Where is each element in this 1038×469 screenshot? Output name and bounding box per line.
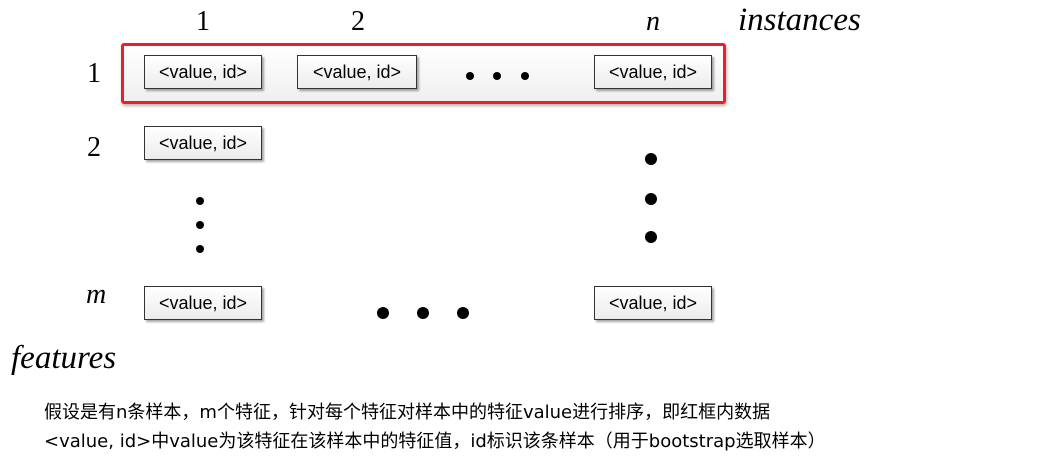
ellipsis-dot: [417, 307, 429, 319]
row-label-1: 1: [87, 58, 101, 89]
cell-rowm-coln: <value, id>: [594, 286, 712, 320]
instances-axis-title: instances: [738, 2, 861, 38]
ellipsis-dot: [645, 153, 657, 165]
cell-row1-col1: <value, id>: [144, 55, 262, 89]
caption-line-1: 假设是有n条样本，m个特征，针对每个特征对样本中的特征value进行排序，即红框…: [44, 402, 771, 423]
column-label-1: 1: [196, 6, 210, 37]
ellipsis-dot: [457, 307, 469, 319]
row-label-2: 2: [87, 132, 101, 163]
cell-row1-col2: <value, id>: [297, 55, 417, 89]
features-axis-title: features: [11, 340, 117, 376]
ellipsis-dot: [466, 72, 474, 80]
column-label-2: 2: [351, 6, 365, 37]
ellipsis-dot: [493, 72, 501, 80]
ellipsis-dot: [645, 193, 657, 205]
cell-row2-col1: <value, id>: [144, 126, 262, 160]
ellipsis-dot: [196, 245, 204, 253]
ellipsis-dot: [521, 72, 529, 80]
ellipsis-dot: [196, 221, 204, 229]
cell-row1-coln: <value, id>: [594, 55, 712, 89]
caption-line-2: <value, id>中value为该特征在该样本中的特征值，id标识该条样本（…: [44, 431, 826, 452]
ellipsis-dot: [196, 197, 204, 205]
cell-rowm-col1: <value, id>: [144, 286, 262, 320]
column-label-n: n: [646, 6, 660, 37]
ellipsis-dot: [645, 231, 657, 243]
row-label-m: m: [86, 279, 107, 310]
ellipsis-dot: [377, 307, 389, 319]
